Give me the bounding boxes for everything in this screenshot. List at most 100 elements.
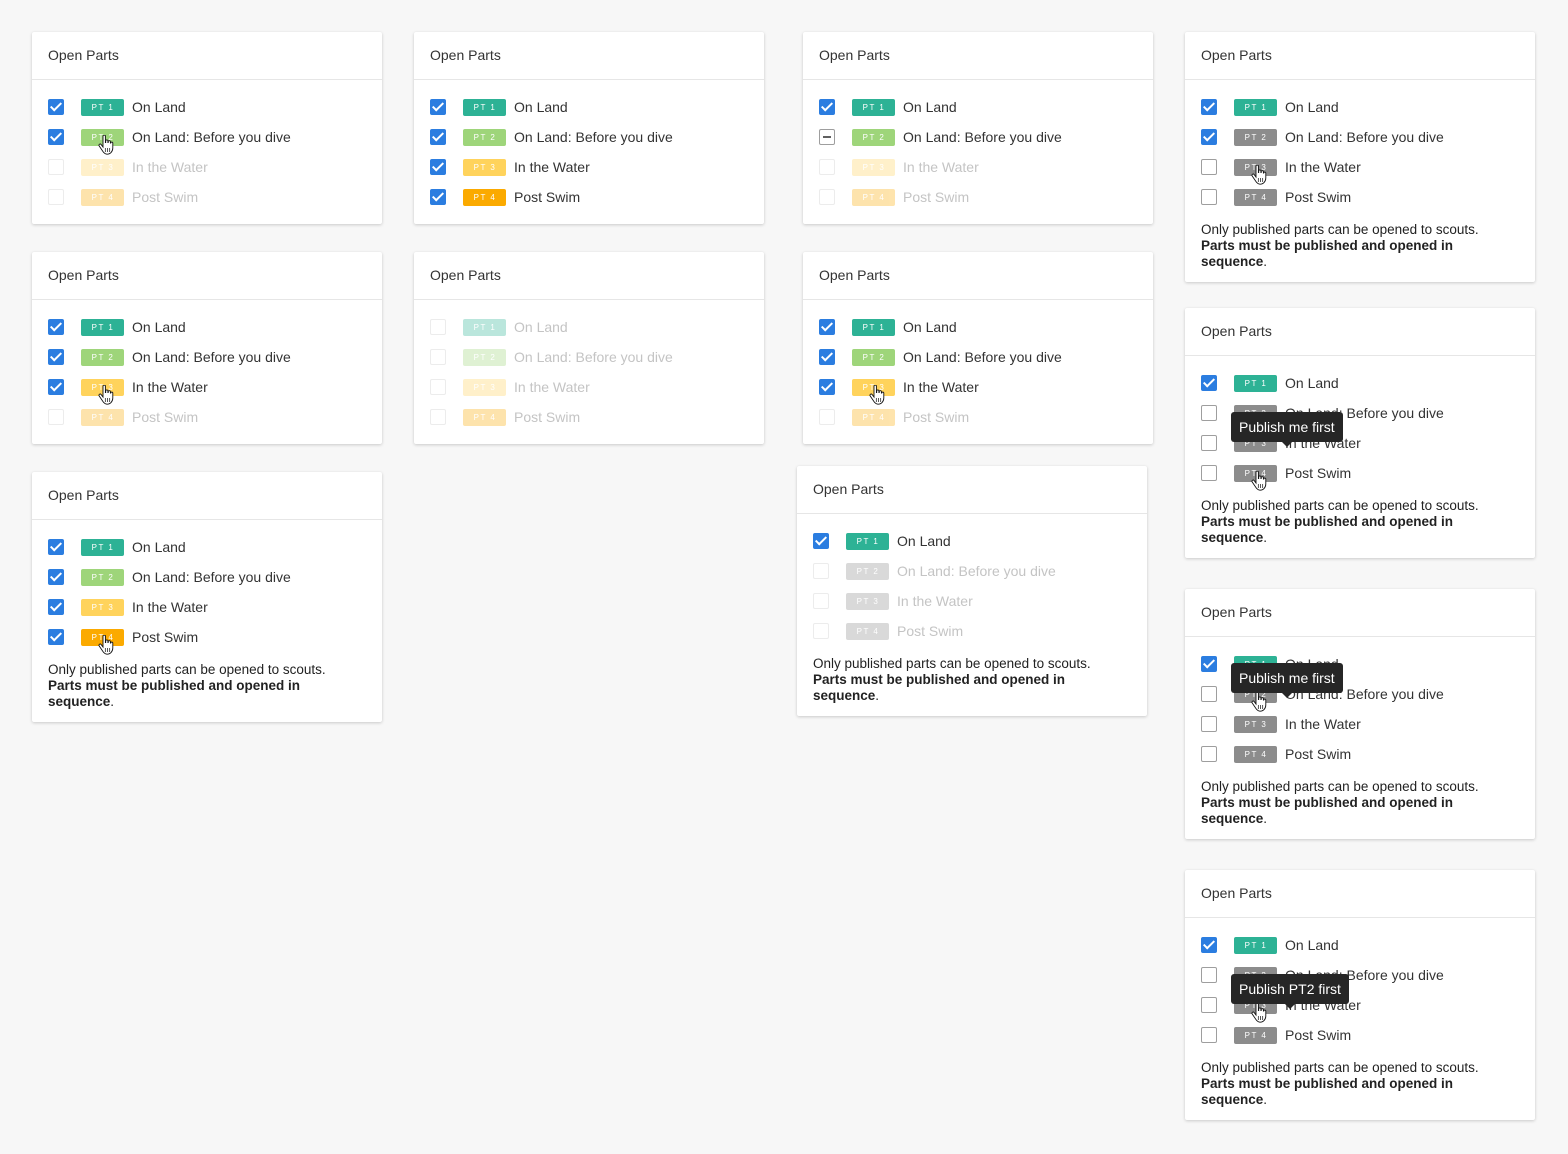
part-badge: PT 3 bbox=[846, 592, 889, 610]
part-row[interactable]: PT 3 In the Water bbox=[813, 586, 1131, 616]
part-checkbox[interactable] bbox=[1201, 405, 1217, 421]
note-bold-text: Parts must be published and opened in se… bbox=[1201, 1076, 1454, 1107]
part-checkbox bbox=[813, 593, 829, 609]
part-row[interactable]: PT 4 Post Swim bbox=[819, 182, 1137, 212]
part-row[interactable]: PT 2 On Land: Before you dive bbox=[48, 122, 366, 152]
part-checkbox[interactable] bbox=[1201, 656, 1217, 672]
part-row[interactable]: PT 1 On Land bbox=[813, 526, 1131, 556]
part-row[interactable]: PT 2On Land: Before you divePublish PT2 … bbox=[1201, 960, 1519, 1009]
part-checkbox[interactable] bbox=[48, 539, 64, 555]
part-row[interactable]: PT 1 On Land bbox=[430, 92, 748, 122]
part-row[interactable]: PT 3 In the Water bbox=[430, 372, 748, 402]
part-checkbox[interactable] bbox=[1201, 189, 1217, 205]
part-checkbox[interactable] bbox=[819, 349, 835, 365]
part-checkbox[interactable] bbox=[1201, 937, 1217, 953]
part-row[interactable]: PT 1 On Land bbox=[1201, 368, 1519, 398]
part-checkbox[interactable] bbox=[819, 379, 835, 395]
part-label: In the Water bbox=[132, 379, 208, 395]
part-checkbox[interactable] bbox=[1201, 1027, 1217, 1043]
part-row[interactable]: PT 1 On Land bbox=[48, 532, 366, 562]
part-badge: PT 2 bbox=[852, 348, 895, 366]
part-row[interactable]: PT 1On LandPublish me first bbox=[1201, 649, 1519, 698]
part-row[interactable]: PT 2 On Land: Before you dive bbox=[430, 122, 748, 152]
part-row[interactable]: PT 2 On Land: Before you dive bbox=[1201, 122, 1519, 152]
part-checkbox[interactable] bbox=[430, 159, 446, 175]
part-checkbox[interactable] bbox=[1201, 129, 1217, 145]
parts-list: PT 1On LandPT 2On Land: Before you diveP… bbox=[797, 514, 1147, 716]
part-checkbox[interactable] bbox=[48, 379, 64, 395]
part-label: On Land bbox=[514, 319, 568, 335]
part-row[interactable]: PT 4 Post Swim bbox=[1201, 739, 1519, 769]
part-row[interactable]: PT 4 Post Swim bbox=[819, 402, 1137, 432]
part-label: Post Swim bbox=[132, 189, 199, 205]
part-checkbox[interactable] bbox=[1201, 716, 1217, 732]
card-title: Open Parts bbox=[1185, 32, 1535, 80]
part-row[interactable]: PT 1 On Land bbox=[48, 92, 366, 122]
part-row[interactable]: PT 3 In the Water bbox=[819, 152, 1137, 182]
note-end-text: . bbox=[1263, 530, 1268, 545]
part-row[interactable]: PT 4 Post Swim bbox=[48, 402, 366, 432]
part-row[interactable]: PT 4 Post Swim bbox=[430, 182, 748, 212]
part-row[interactable]: PT 4 Post Swim bbox=[48, 622, 366, 652]
part-checkbox[interactable] bbox=[48, 99, 64, 115]
part-row[interactable]: PT 2 On Land: Before you dive bbox=[819, 122, 1137, 152]
part-checkbox[interactable] bbox=[819, 319, 835, 335]
part-badge: PT 1 bbox=[852, 318, 895, 336]
part-row[interactable]: PT 3 In the Water bbox=[430, 152, 748, 182]
part-checkbox[interactable] bbox=[48, 599, 64, 615]
part-row[interactable]: PT 4 Post Swim bbox=[430, 402, 748, 432]
part-checkbox[interactable] bbox=[48, 569, 64, 585]
parts-list: PT 1On LandPT 2On Land: Before you diveP… bbox=[1185, 918, 1535, 1120]
part-row[interactable]: PT 2 On Land: Before you dive bbox=[819, 342, 1137, 372]
part-label: On Land bbox=[903, 319, 957, 335]
part-checkbox[interactable] bbox=[1201, 159, 1217, 175]
part-checkbox[interactable] bbox=[48, 629, 64, 645]
part-label: In the Water bbox=[1285, 159, 1361, 175]
part-row[interactable]: PT 1 On Land bbox=[819, 312, 1137, 342]
part-row[interactable]: PT 2 On Land: Before you dive bbox=[48, 562, 366, 592]
part-checkbox[interactable] bbox=[1201, 997, 1217, 1013]
part-checkbox[interactable] bbox=[819, 99, 835, 115]
part-checkbox[interactable] bbox=[1201, 967, 1217, 983]
part-row[interactable]: PT 4 Post Swim bbox=[48, 182, 366, 212]
part-row[interactable]: PT 2 On Land: Before you dive bbox=[48, 342, 366, 372]
part-row[interactable]: PT 1 On Land bbox=[430, 312, 748, 342]
part-checkbox[interactable] bbox=[1201, 465, 1217, 481]
part-row[interactable]: PT 2 On Land: Before you dive bbox=[813, 556, 1131, 586]
open-parts-card: Open Parts PT 1 On Land PT 2 On Land: Before… bbox=[414, 252, 764, 444]
part-checkbox[interactable] bbox=[48, 129, 64, 145]
part-checkbox bbox=[430, 319, 446, 335]
part-row[interactable]: PT 1 On Land bbox=[1201, 930, 1519, 960]
card-title: Open Parts bbox=[1185, 308, 1535, 356]
part-row[interactable]: PT 3 In the Water bbox=[48, 372, 366, 402]
part-row[interactable]: PT 3 In the Water bbox=[819, 372, 1137, 402]
part-row[interactable]: PT 4 Post Swim bbox=[1201, 182, 1519, 212]
part-row[interactable]: PT 1 On Land bbox=[819, 92, 1137, 122]
part-row[interactable]: PT 3 In the Water bbox=[48, 592, 366, 622]
part-row[interactable]: PT 2 On Land: Before you dive bbox=[430, 342, 748, 372]
part-checkbox[interactable] bbox=[48, 349, 64, 365]
part-row[interactable]: PT 4 Post Swim bbox=[813, 616, 1131, 646]
part-row[interactable]: PT 1 On Land bbox=[1201, 92, 1519, 122]
card-title: Open Parts bbox=[803, 252, 1153, 300]
part-checkbox[interactable] bbox=[1201, 99, 1217, 115]
part-checkbox[interactable] bbox=[48, 319, 64, 335]
part-row[interactable]: PT 2On Land: Before you divePublish me f… bbox=[1201, 398, 1519, 447]
part-checkbox[interactable] bbox=[430, 129, 446, 145]
part-checkbox[interactable] bbox=[1201, 686, 1217, 702]
part-badge: PT 3 bbox=[463, 158, 506, 176]
part-checkbox[interactable] bbox=[430, 189, 446, 205]
part-row[interactable]: PT 3 In the Water bbox=[1201, 152, 1519, 182]
part-checkbox[interactable] bbox=[1201, 746, 1217, 762]
part-row[interactable]: PT 1 On Land bbox=[48, 312, 366, 342]
part-row[interactable]: PT 3 In the Water bbox=[48, 152, 366, 182]
part-checkbox[interactable] bbox=[813, 533, 829, 549]
part-row[interactable]: PT 4 Post Swim bbox=[1201, 1020, 1519, 1050]
part-row[interactable]: PT 3 In the Water bbox=[1201, 709, 1519, 739]
part-checkbox[interactable] bbox=[819, 129, 835, 145]
part-checkbox[interactable] bbox=[430, 99, 446, 115]
part-checkbox[interactable] bbox=[1201, 435, 1217, 451]
part-checkbox[interactable] bbox=[1201, 375, 1217, 391]
part-badge: PT 2 bbox=[81, 568, 124, 586]
part-row[interactable]: PT 4 Post Swim bbox=[1201, 458, 1519, 488]
